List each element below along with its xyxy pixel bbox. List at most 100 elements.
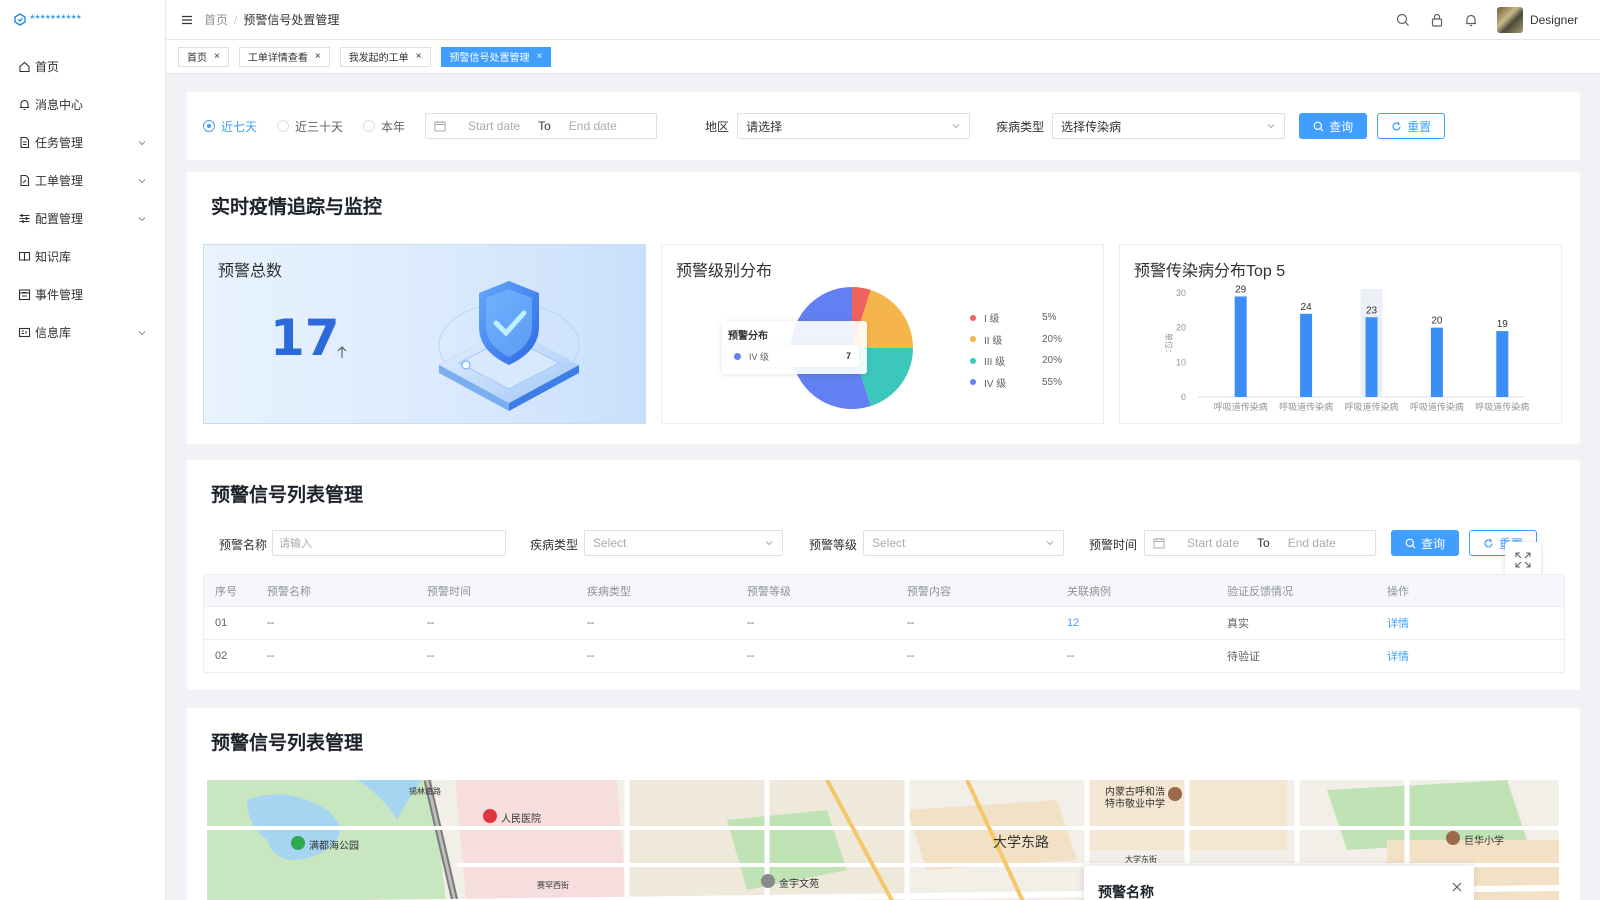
refresh-icon bbox=[1391, 121, 1402, 132]
legend-value: 5% bbox=[1042, 312, 1057, 324]
list-alert-level-select[interactable]: Select bbox=[863, 530, 1064, 556]
legend-value: 55% bbox=[1042, 376, 1063, 388]
tab-item[interactable]: 首页 × bbox=[178, 46, 229, 67]
disease-type-label: 疾病类型 bbox=[996, 119, 1045, 134]
bar[interactable] bbox=[1234, 296, 1247, 397]
pie-legend-item: II 级 20% bbox=[970, 329, 1062, 351]
sidebar-item[interactable]: 知识库 bbox=[0, 238, 165, 274]
notification-bell-icon[interactable] bbox=[1463, 12, 1479, 28]
table-cell: 01 bbox=[215, 617, 228, 629]
tab-item[interactable]: 工单详情查看 × bbox=[238, 46, 330, 67]
close-icon[interactable] bbox=[1452, 882, 1462, 892]
list-date-to-label: To bbox=[1257, 536, 1270, 550]
radio-label: 近七天 bbox=[221, 119, 258, 134]
alert-level-panel: 预警级别分布 I 级 5% II 级 20% III 级 20% IV 级 55% 预警分布 … bbox=[661, 244, 1104, 424]
sidebar-item[interactable]: 事件管理 bbox=[0, 276, 165, 312]
shield-illustration-icon bbox=[437, 281, 581, 411]
sidebar-item[interactable]: 信息库 bbox=[0, 314, 165, 350]
tab-item[interactable]: 预警信号处置管理 × bbox=[440, 46, 552, 67]
bar[interactable] bbox=[1365, 317, 1378, 397]
date-range-picker[interactable]: Start date To End date bbox=[425, 113, 658, 139]
radio-dot[interactable] bbox=[203, 120, 215, 132]
file-edit-icon bbox=[18, 174, 31, 187]
tab-item[interactable]: 我发起的工单 × bbox=[339, 46, 431, 67]
breadcrumb-current: 预警信号处置管理 bbox=[243, 13, 340, 27]
close-icon[interactable]: × bbox=[315, 51, 321, 62]
tab-label: 首页 bbox=[187, 53, 207, 64]
top-bar: 首页 / 预警信号处置管理 Designer bbox=[166, 0, 1600, 40]
legend-value: 20% bbox=[1042, 355, 1063, 367]
detail-link[interactable]: 详情 bbox=[1376, 615, 1526, 631]
app-logo[interactable]: ********** bbox=[0, 0, 165, 38]
y-tick-label: 0 bbox=[1181, 392, 1186, 402]
radio-dot[interactable] bbox=[277, 120, 290, 132]
user-name[interactable]: Designer bbox=[1530, 13, 1578, 27]
map-section: 预警信号列表管理 人民医院 满都海公园 大学东路 内蒙古呼和浩 特市敬业中学 巨… bbox=[187, 708, 1580, 900]
breadcrumb-home[interactable]: 首页 bbox=[204, 11, 228, 28]
sidebar-item[interactable]: 首页 bbox=[0, 48, 165, 84]
sidebar-item-label: 信息库 bbox=[35, 325, 72, 340]
user-avatar[interactable] bbox=[1496, 7, 1523, 33]
bar[interactable] bbox=[1300, 313, 1313, 397]
y-axis-label: 单位： bbox=[1164, 333, 1174, 357]
alert-table: 序号 预警名称 预警时间 疾病类型 预警等级 预警内容 关联病例 验证反馈情况 操作 01 -- --… bbox=[203, 574, 1565, 673]
calendar-icon bbox=[18, 288, 31, 301]
table-cell: -- bbox=[1067, 650, 1075, 662]
monitor-section: 实时疫情追踪与监控 预警总数 17 预警级别分布 I 级 5% II 级 20%… bbox=[187, 172, 1580, 444]
close-icon[interactable]: × bbox=[416, 51, 422, 62]
alert-search-bar: 预警名称 请输入 疾病类型 Select 预警等级 Select 预警时间 St… bbox=[187, 530, 1580, 558]
list-disease-type-select[interactable]: Select bbox=[584, 530, 783, 556]
legend-dot bbox=[970, 379, 976, 386]
reset-button[interactable]: 重置 bbox=[1377, 113, 1446, 139]
sidebar-item[interactable]: 任务管理 bbox=[0, 124, 165, 160]
close-icon[interactable]: × bbox=[537, 51, 543, 62]
date-range-radio[interactable]: 近三十天 bbox=[277, 118, 343, 135]
list-date-range-picker[interactable]: Start date To End date bbox=[1144, 530, 1376, 556]
tooltip-value: 7 bbox=[845, 351, 851, 361]
bar[interactable] bbox=[1430, 327, 1443, 397]
search-icon[interactable] bbox=[1395, 12, 1411, 28]
region-select[interactable]: 请选择 bbox=[737, 113, 971, 139]
chevron-down-icon bbox=[137, 137, 147, 147]
table-cell[interactable]: 12 bbox=[1056, 617, 1216, 629]
menu-toggle-icon[interactable] bbox=[180, 13, 194, 27]
bar-value-label: 20 bbox=[1431, 316, 1443, 327]
detail-link[interactable]: 详情 bbox=[1376, 648, 1526, 664]
radio-dot[interactable] bbox=[363, 120, 376, 132]
alert-name-input[interactable]: 请输入 bbox=[272, 530, 506, 556]
search-icon bbox=[1313, 121, 1324, 132]
tooltip-dot bbox=[734, 352, 741, 360]
close-icon[interactable]: × bbox=[214, 51, 220, 62]
alert-map[interactable]: 人民医院 满都海公园 大学东路 内蒙古呼和浩 特市敬业中学 巨华小学 金宇文苑 … bbox=[207, 780, 1559, 900]
list-query-button[interactable]: 查询 bbox=[1391, 530, 1459, 556]
sidebar-menu: 首页 消息中心 任务管理工单管理配置管理 知识库 事件管理信息库 bbox=[0, 48, 165, 350]
table-header-cell: 预警时间 bbox=[427, 585, 471, 598]
table-cell: -- bbox=[907, 650, 915, 662]
disease-type-select[interactable]: 选择传染病 bbox=[1052, 113, 1286, 139]
chevron-down-icon bbox=[137, 327, 147, 337]
lock-icon[interactable] bbox=[1429, 12, 1445, 28]
table-cell: -- bbox=[907, 617, 915, 629]
x-tick-label: 呼吸道传染病 bbox=[1344, 401, 1398, 413]
x-tick-label: 呼吸道传染病 bbox=[1279, 401, 1333, 413]
sidebar-item[interactable]: 配置管理 bbox=[0, 200, 165, 236]
map-label-community: 金宇文苑 bbox=[779, 879, 819, 890]
date-range-radio[interactable]: 近七天 bbox=[203, 118, 257, 135]
pie-legend-item: IV 级 55% bbox=[970, 372, 1062, 394]
pie-legend-item: I 级 5% bbox=[970, 307, 1062, 329]
query-button[interactable]: 查询 bbox=[1299, 113, 1368, 139]
date-range-radio[interactable]: 本年 bbox=[363, 118, 405, 135]
logo-text: ********** bbox=[30, 12, 82, 26]
total-alerts-panel: 预警总数 17 bbox=[203, 244, 646, 424]
sidebar-item[interactable]: 工单管理 bbox=[0, 162, 165, 198]
sidebar-item-label: 工单管理 bbox=[35, 173, 84, 188]
legend-label: II 级 bbox=[984, 335, 1003, 347]
sidebar-item[interactable]: 消息中心 bbox=[0, 86, 165, 122]
query-button-label: 查询 bbox=[1329, 119, 1354, 134]
table-header-cell: 关联病例 bbox=[1067, 585, 1111, 598]
region-label: 地区 bbox=[705, 119, 730, 134]
bar[interactable] bbox=[1496, 331, 1509, 397]
map-label-school-line2: 特市敬业中学 bbox=[1105, 799, 1165, 810]
search-icon bbox=[1405, 538, 1416, 549]
fullscreen-button[interactable] bbox=[1505, 542, 1541, 578]
